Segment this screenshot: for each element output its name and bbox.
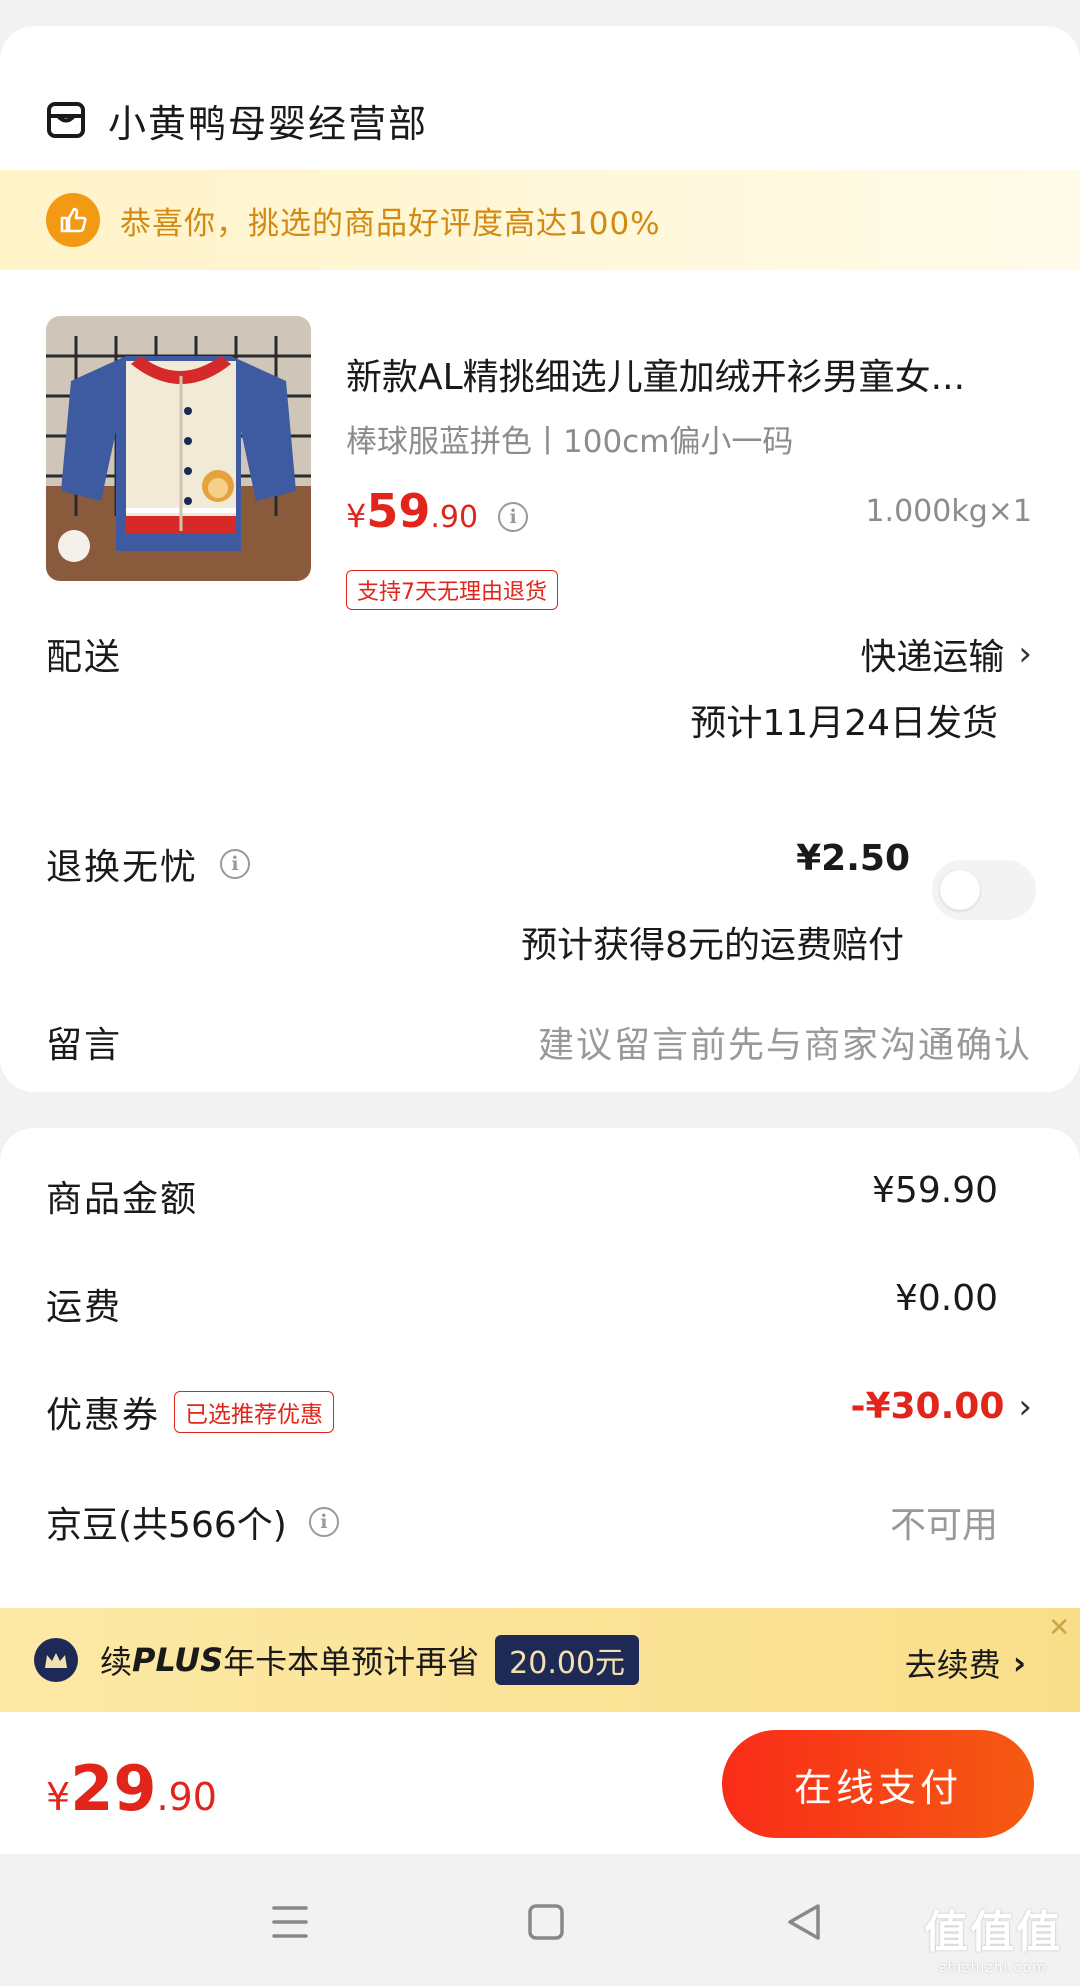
return-insurance-label: 退换无忧 [46,847,199,888]
menu-icon[interactable] [266,1898,314,1946]
chevron-right-icon: › [1018,634,1032,674]
crown-icon [34,1638,78,1682]
product-image[interactable] [46,316,311,581]
home-icon[interactable] [522,1898,570,1946]
delivery-method-selector[interactable]: 快递运输 › [860,628,1032,680]
product-price: ¥ 59 .90 i [346,484,529,538]
jd-beans-row: 京豆(共566个) i [46,1496,339,1548]
order-total: ¥ 29 .90 [46,1752,217,1825]
chevron-right-icon: › [1018,1386,1032,1427]
order-card: 小黄鸭母婴经营部 恭喜你，挑选的商品好评度高达100% 新款AL精挑细选儿童加绒… [0,26,1080,1092]
coupon-row: 优惠券 已选推荐优惠 [46,1386,335,1438]
price-info-icon[interactable]: i [498,502,529,532]
plus-prefix: 续 [100,1643,133,1681]
system-nav-bar [0,1854,1080,1986]
price-currency: ¥ [346,497,367,535]
plus-brand: PLUS [132,1641,224,1679]
total-integer: 29 [70,1752,157,1825]
jd-beans-value: 不可用 [889,1505,998,1546]
chevron-right-icon: › [1012,1644,1026,1682]
jd-beans-label: 京豆(共566个) [46,1505,287,1546]
product-title[interactable]: 新款AL精挑细选儿童加绒开衫男童女... [346,348,1036,400]
shipping-fee-value: ¥0.00 [894,1278,998,1319]
close-icon[interactable]: ✕ [1048,1613,1070,1643]
return-insurance-toggle[interactable] [932,860,1036,920]
price-decimal: .90 [430,500,479,535]
goods-amount-value: ¥59.90 [872,1170,998,1211]
total-currency: ¥ [46,1775,71,1819]
watermark: 值值值 zhizhizhi.com [924,1896,1062,1976]
coupon-label: 优惠券 [46,1395,161,1436]
message-label: 留言 [46,1025,123,1066]
store-header[interactable]: 小黄鸭母婴经营部 [46,90,428,150]
shipping-fee-label: 运费 [46,1287,123,1328]
product-spec[interactable]: 棒球服蓝拼色丨100cm偏小一码 [346,416,793,461]
plus-savings-amount: 20.00元 [495,1635,640,1685]
store-icon [47,102,85,138]
plus-promo-text: 年卡本单预计再省 [223,1643,480,1681]
coupon-value: -¥30.00 [850,1386,1005,1427]
return-policy-tag: 支持7天无理由退货 [346,570,558,610]
message-input[interactable]: 建议留言前先与商家沟通确认 [538,1016,1032,1068]
watermark-logo: 值值值 [924,1907,1062,1958]
price-integer: 59 [366,484,431,538]
thumbs-up-icon [46,193,100,247]
store-name: 小黄鸭母婴经营部 [108,101,429,146]
return-insurance-info-icon[interactable]: i [220,849,251,879]
delivery-label: 配送 [46,637,123,678]
delivery-method: 快递运输 [860,637,1005,678]
delivery-estimate: 预计11月24日发货 [690,703,998,744]
coupon-selector[interactable]: -¥30.00 › [851,1386,1032,1427]
plus-renew-button[interactable]: 去续费 › [905,1640,1026,1686]
pay-online-button[interactable]: 在线支付 [722,1730,1034,1838]
return-insurance-row: 退换无忧 i [46,838,251,890]
watermark-url: zhizhizhi.com [939,1960,1047,1976]
jd-beans-info-icon[interactable]: i [308,1507,339,1537]
toggle-knob [940,870,980,910]
total-decimal: .90 [156,1775,217,1819]
return-insurance-price: ¥2.50 [796,838,910,879]
price-summary-card: 商品金额 ¥59.90 运费 ¥0.00 优惠券 已选推荐优惠 -¥30.00 … [0,1128,1080,1608]
plus-renew-label: 去续费 [904,1646,1001,1684]
rating-banner: 恭喜你，挑选的商品好评度高达100% [0,170,1080,270]
banner-text: 恭喜你，挑选的商品好评度高达100% [120,205,661,242]
back-icon[interactable] [780,1898,828,1946]
return-insurance-note: 预计获得8元的运费赔付 [521,925,904,966]
product-weight-quantity: 1.000kg×1 [865,494,1032,529]
goods-amount-label: 商品金额 [46,1179,199,1220]
coupon-recommended-tag: 已选推荐优惠 [174,1391,335,1433]
